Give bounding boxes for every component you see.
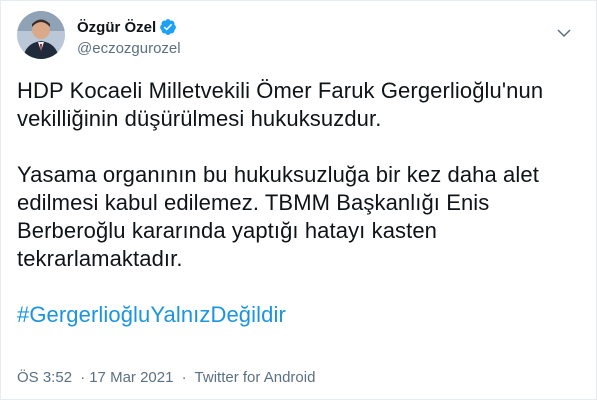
avatar-image [17,11,65,59]
meta-separator: · [181,369,187,386]
tweet-date[interactable]: 17 Mar 2021 [89,369,173,386]
avatar[interactable] [17,11,65,59]
author-names: Özgür Özel @eczozgurozel [77,17,181,58]
tweet-paragraph-2: Yasama organının bu hukuksuzluğa bir kez… [17,162,539,271]
author-handle[interactable]: @eczozgurozel [77,40,181,57]
tweet-source[interactable]: Twitter for Android [195,369,316,386]
chevron-down-icon[interactable] [552,21,576,45]
tweet-text: HDP Kocaeli Milletvekili Ömer Faruk Gerg… [17,77,582,357]
tweet-card: Özgür Özel @eczozgurozel HDP Kocaeli Mil… [0,0,597,400]
tweet-time[interactable]: ÖS 3:52 [17,369,72,386]
tweet-meta: ÖS 3:52 · 17 Mar 2021 · Twitter for Andro… [17,369,315,386]
display-name-row: Özgür Özel [77,17,181,37]
display-name[interactable]: Özgür Özel [77,19,156,36]
tweet-paragraph-1: HDP Kocaeli Milletvekili Ömer Faruk Gerg… [17,78,544,131]
tweet-hashtag-line: #GergerlioğluYalnızDeğildir [17,301,582,329]
tweet-header: Özgür Özel @eczozgurozel [17,11,580,63]
hashtag-link[interactable]: #GergerlioğluYalnızDeğildir [17,302,286,327]
meta-separator: · [80,369,86,386]
verified-badge-icon [159,18,177,36]
